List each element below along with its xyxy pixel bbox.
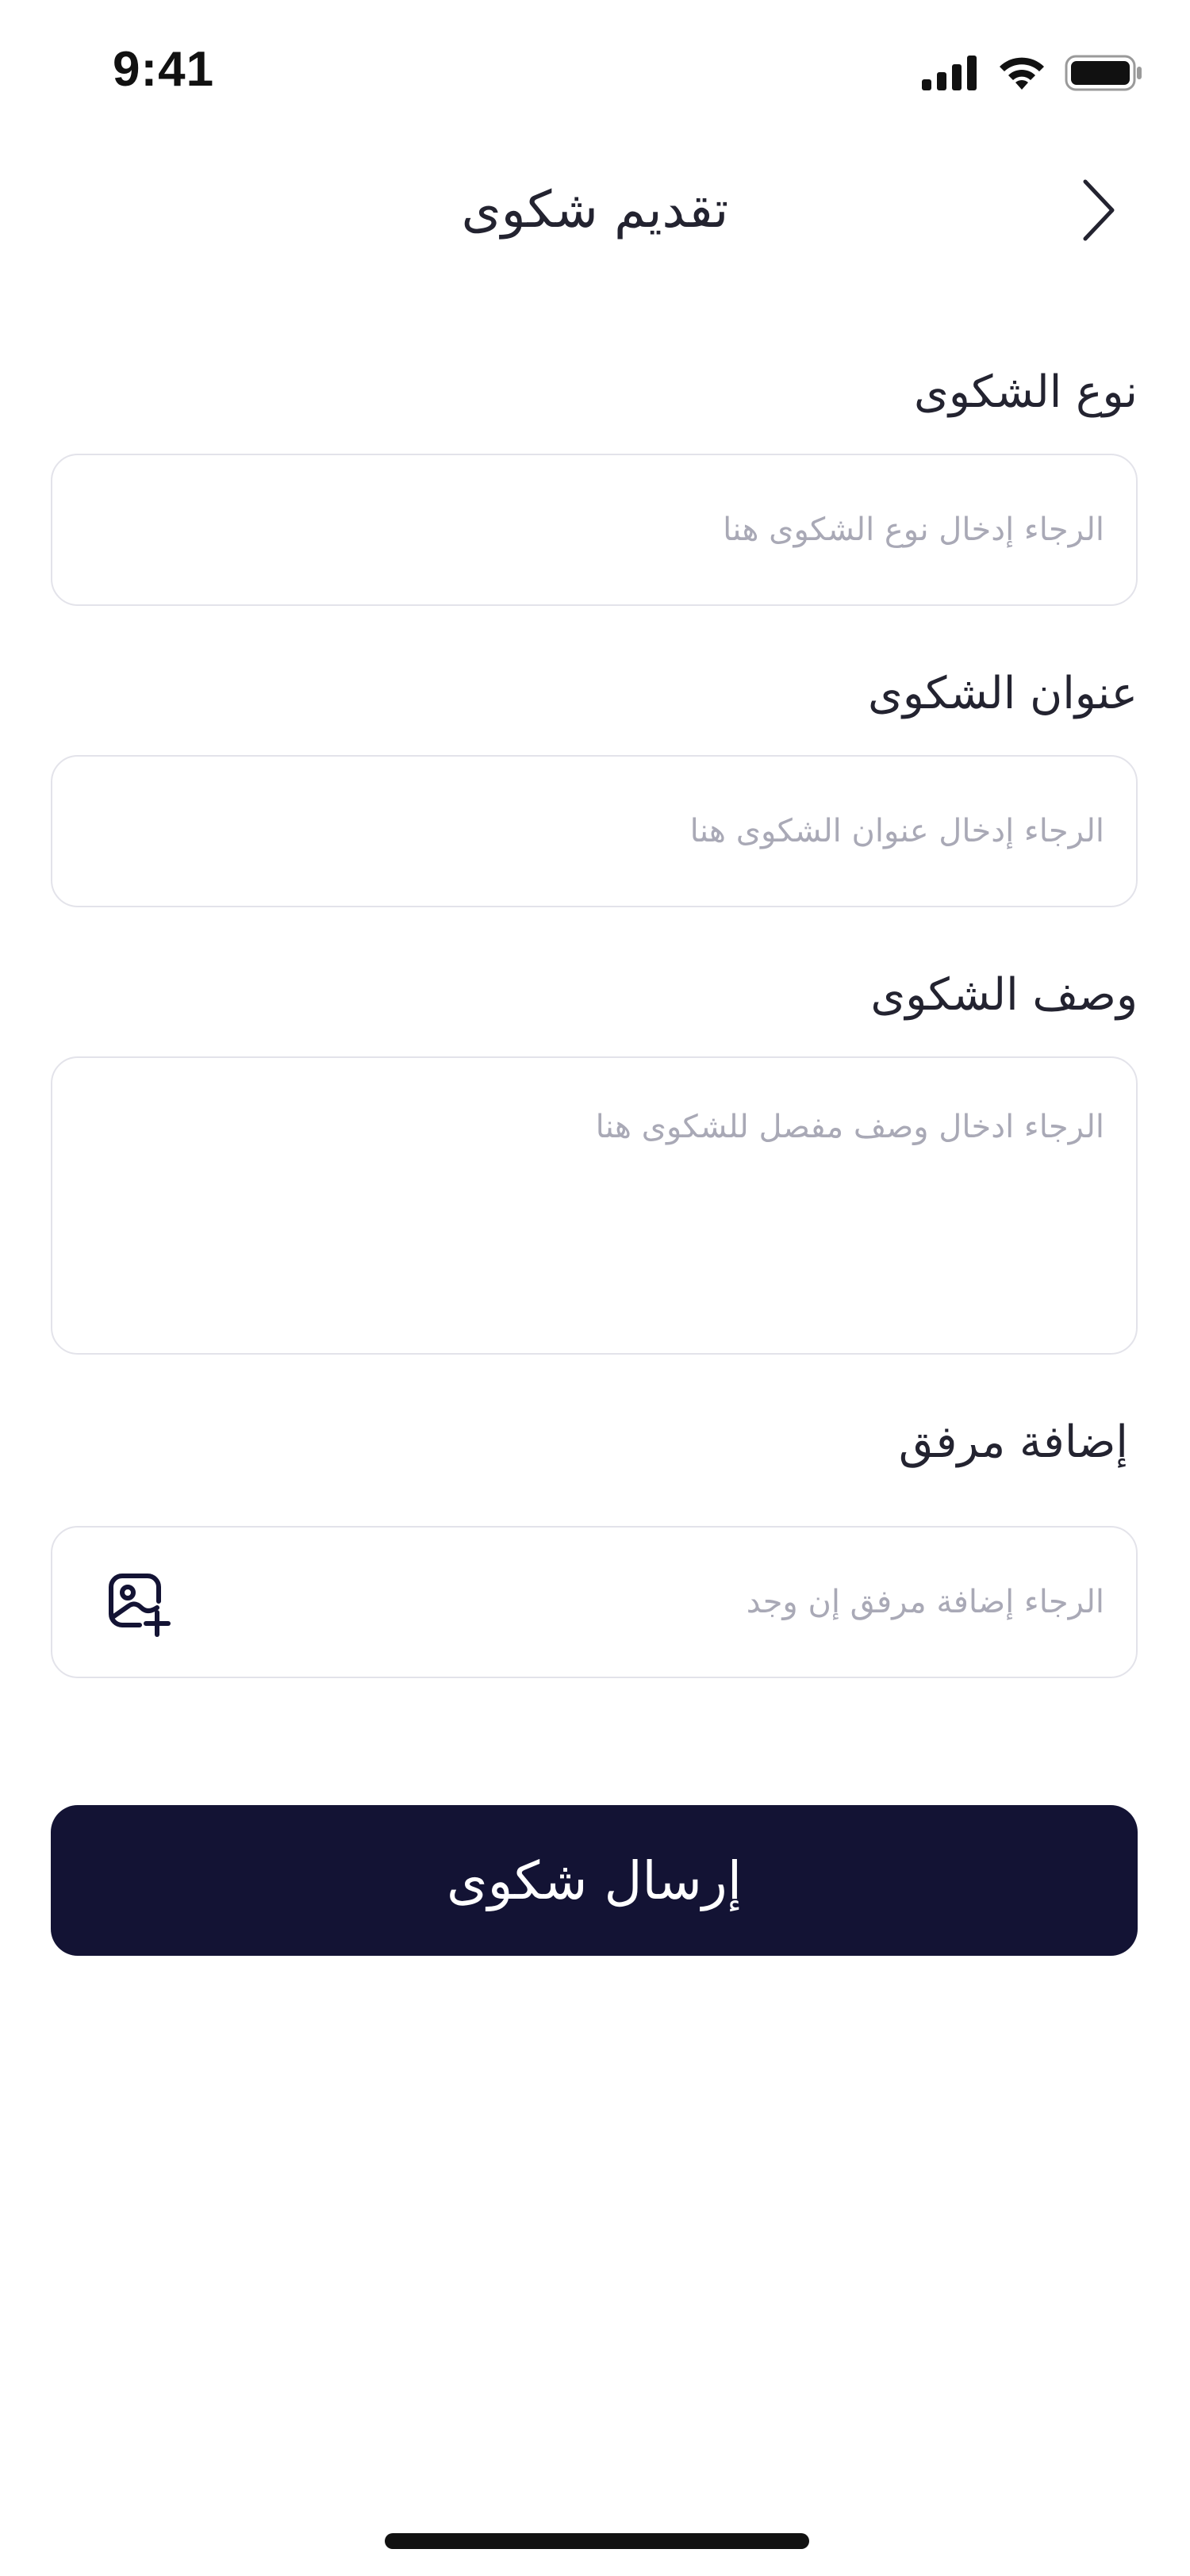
wifi-icon — [1000, 57, 1044, 90]
complaint-type-input[interactable] — [52, 455, 1136, 604]
status-icons — [922, 49, 1142, 97]
status-time: 9:41 — [113, 42, 215, 97]
complaint-type-label: نوع الشكوى — [914, 366, 1138, 418]
attachment-placeholder: الرجاء إضافة مرفق إن وجد — [746, 1584, 1104, 1620]
back-button[interactable] — [1055, 167, 1142, 254]
image-add-icon[interactable] — [102, 1566, 173, 1638]
status-bar: 9:41 — [0, 0, 1190, 143]
chevron-right-icon — [1083, 179, 1115, 241]
header: تقديم شكوى — [0, 167, 1190, 254]
complaint-description-textarea[interactable] — [52, 1058, 1136, 1353]
complaint-title-field — [51, 755, 1138, 907]
attachment-label: إضافة مرفق — [898, 1416, 1128, 1468]
complaint-title-label: عنوان الشكوى — [868, 668, 1138, 719]
attachment-field[interactable]: الرجاء إضافة مرفق إن وجد — [51, 1526, 1138, 1678]
complaint-description-field — [51, 1056, 1138, 1355]
signal-icon — [922, 56, 977, 90]
battery-icon — [1065, 55, 1142, 91]
complaint-description-label: وصف الشكوى — [870, 969, 1138, 1021]
complaint-type-field — [51, 454, 1138, 606]
home-indicator — [385, 2533, 809, 2549]
submit-complaint-button[interactable]: إرسال شكوى — [51, 1805, 1138, 1956]
complaint-title-input[interactable] — [52, 757, 1136, 906]
page-title: تقديم شكوى — [461, 181, 729, 240]
submit-complaint-label: إرسال شكوى — [446, 1850, 743, 1911]
